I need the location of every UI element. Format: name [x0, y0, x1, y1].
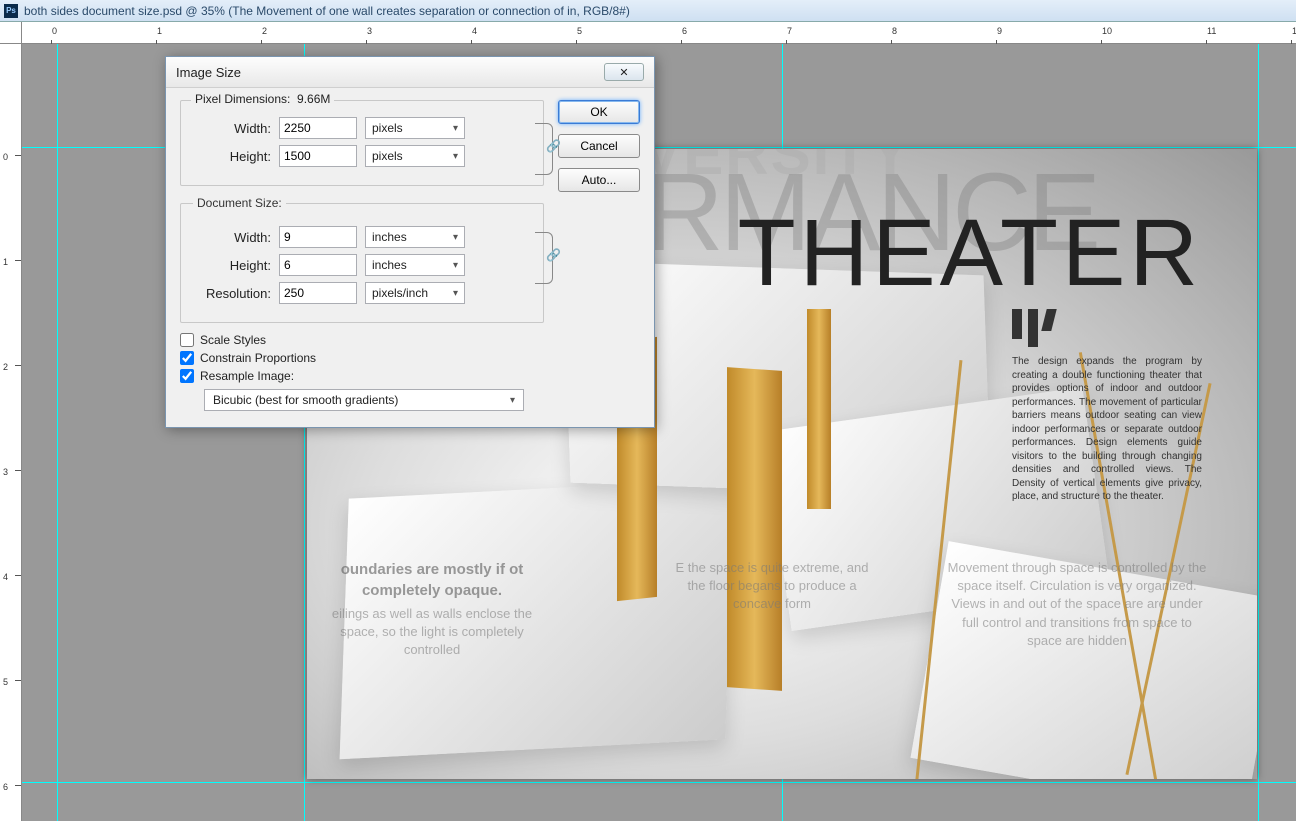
vertical-ruler[interactable]: 0 1 2 3 4 5 6	[0, 44, 22, 821]
doc-height-unit-select[interactable]: inches	[365, 254, 465, 276]
resolution-input[interactable]	[279, 282, 357, 304]
dialog-title: Image Size	[176, 65, 241, 80]
resample-method-select[interactable]: Bicubic (best for smooth gradients)	[204, 389, 524, 411]
resolution-unit-select[interactable]: pixels/inch	[365, 282, 465, 304]
image-size-dialog: Image Size ✕ Pixel Dimensions: 9.66M Wid…	[165, 56, 655, 428]
doc-width-input[interactable]	[279, 226, 357, 248]
guide[interactable]	[57, 44, 58, 821]
pixel-dimensions-size: 9.66M	[297, 92, 330, 106]
ok-button[interactable]: OK	[558, 100, 640, 124]
doc-width-unit-select[interactable]: inches	[365, 226, 465, 248]
horizontal-ruler[interactable]: 0 1 2 3 4 5 6 7 8 9 10 11 12	[22, 22, 1296, 44]
pixel-width-unit-select[interactable]: pixels	[365, 117, 465, 139]
scale-styles-checkbox[interactable]	[180, 333, 194, 347]
constrain-proportions-checkbox[interactable]	[180, 351, 194, 365]
link-icon: 🔗	[546, 139, 561, 153]
close-button[interactable]: ✕	[604, 63, 644, 81]
pixel-width-input[interactable]	[279, 117, 357, 139]
guide[interactable]	[22, 782, 1296, 783]
link-icon: 🔗	[546, 248, 561, 262]
resample-image-checkbox[interactable]	[180, 369, 194, 383]
pixel-height-input[interactable]	[279, 145, 357, 167]
cancel-button[interactable]: Cancel	[558, 134, 640, 158]
guide[interactable]	[1258, 44, 1259, 821]
artwork-body-copy: The design expands the program by creati…	[1012, 355, 1202, 504]
artwork-title-2: THEATER	[738, 199, 1202, 308]
auto-button[interactable]: Auto...	[558, 168, 640, 192]
pixel-height-unit-select[interactable]: pixels	[365, 145, 465, 167]
photoshop-icon: Ps	[4, 4, 18, 18]
ruler-origin[interactable]	[0, 22, 22, 44]
artwork-logo-bars	[1012, 309, 1202, 347]
doc-height-input[interactable]	[279, 254, 357, 276]
document-title: both sides document size.psd @ 35% (The …	[24, 4, 630, 18]
